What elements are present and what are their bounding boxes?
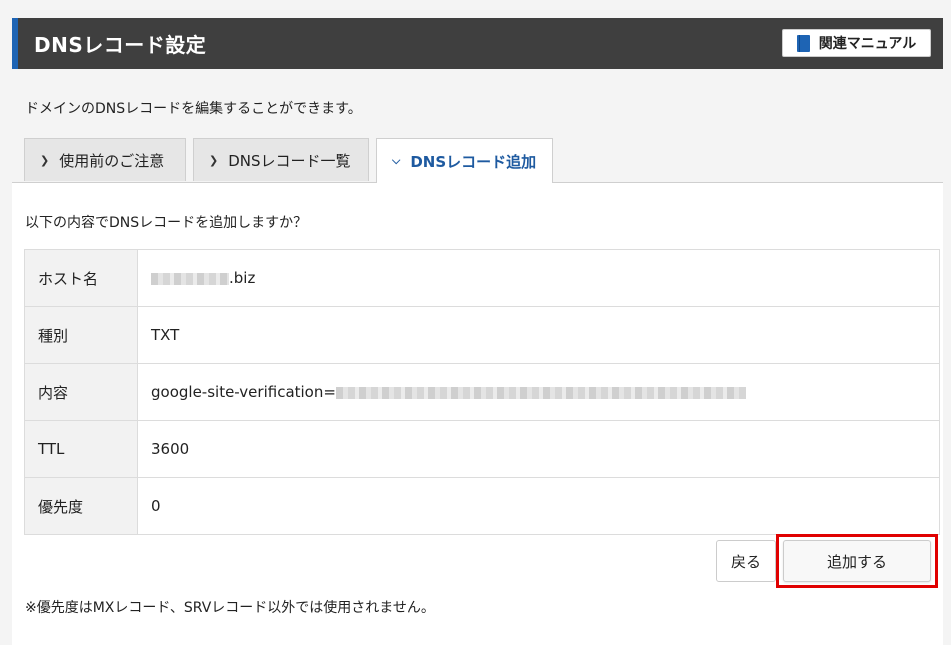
book-icon bbox=[796, 34, 810, 52]
tab-dns-record-list[interactable]: ❯ DNSレコード一覧 bbox=[193, 138, 369, 181]
table-row: ホスト名 .biz bbox=[24, 249, 940, 307]
priority-label: 優先度 bbox=[24, 477, 138, 535]
content-value-cell: google-site-verification= bbox=[137, 363, 940, 421]
related-manual-button[interactable]: 関連マニュアル bbox=[782, 29, 931, 57]
tab-dns-record-add[interactable]: ⌵ DNSレコード追加 bbox=[376, 138, 553, 183]
content-label: 内容 bbox=[24, 363, 138, 421]
chevron-right-icon: ❯ bbox=[209, 153, 219, 167]
back-button[interactable]: 戻る bbox=[716, 540, 776, 582]
type-value: TXT bbox=[137, 306, 940, 364]
page-title: DNSレコード設定 bbox=[34, 33, 207, 57]
record-table: ホスト名 .biz 種別 TXT 内容 google-site-verifica… bbox=[24, 249, 940, 535]
tab-label: 使用前のご注意 bbox=[59, 151, 165, 170]
redacted-text bbox=[151, 272, 229, 285]
content-value: google-site-verification= bbox=[151, 383, 336, 401]
page-header: DNSレコード設定 関連マニュアル bbox=[12, 18, 943, 69]
priority-value: 0 bbox=[137, 477, 940, 535]
ttl-value: 3600 bbox=[137, 420, 940, 478]
content-panel: 以下の内容でDNSレコードを追加しますか？ ホスト名 .biz 種別 TXT 内… bbox=[12, 183, 943, 645]
tab-bar: ❯ 使用前のご注意 ❯ DNSレコード一覧 ⌵ DNSレコード追加 bbox=[12, 138, 943, 183]
add-button[interactable]: 追加する bbox=[783, 540, 931, 582]
tab-precautions[interactable]: ❯ 使用前のご注意 bbox=[24, 138, 186, 181]
redacted-text bbox=[335, 386, 746, 399]
type-label: 種別 bbox=[24, 306, 138, 364]
host-value-cell: .biz bbox=[137, 249, 940, 307]
tab-label: DNSレコード一覧 bbox=[228, 151, 351, 170]
chevron-down-icon: ⌵ bbox=[392, 154, 401, 167]
host-value: .biz bbox=[229, 269, 256, 287]
table-row: TTL 3600 bbox=[24, 420, 940, 478]
table-row: 種別 TXT bbox=[24, 306, 940, 364]
page-description: ドメインのDNSレコードを編集することができます。 bbox=[25, 101, 362, 117]
ttl-label: TTL bbox=[24, 420, 138, 478]
tab-label: DNSレコード追加 bbox=[410, 152, 537, 171]
host-label: ホスト名 bbox=[24, 249, 138, 307]
table-row: 優先度 0 bbox=[24, 477, 940, 535]
confirm-question: 以下の内容でDNSレコードを追加しますか？ bbox=[25, 215, 308, 231]
table-row: 内容 google-site-verification= bbox=[24, 363, 940, 421]
priority-note: ※優先度はMXレコード、SRVレコード以外では使用されません。 bbox=[25, 600, 435, 616]
related-manual-label: 関連マニュアル bbox=[818, 36, 917, 52]
chevron-right-icon: ❯ bbox=[40, 153, 50, 167]
